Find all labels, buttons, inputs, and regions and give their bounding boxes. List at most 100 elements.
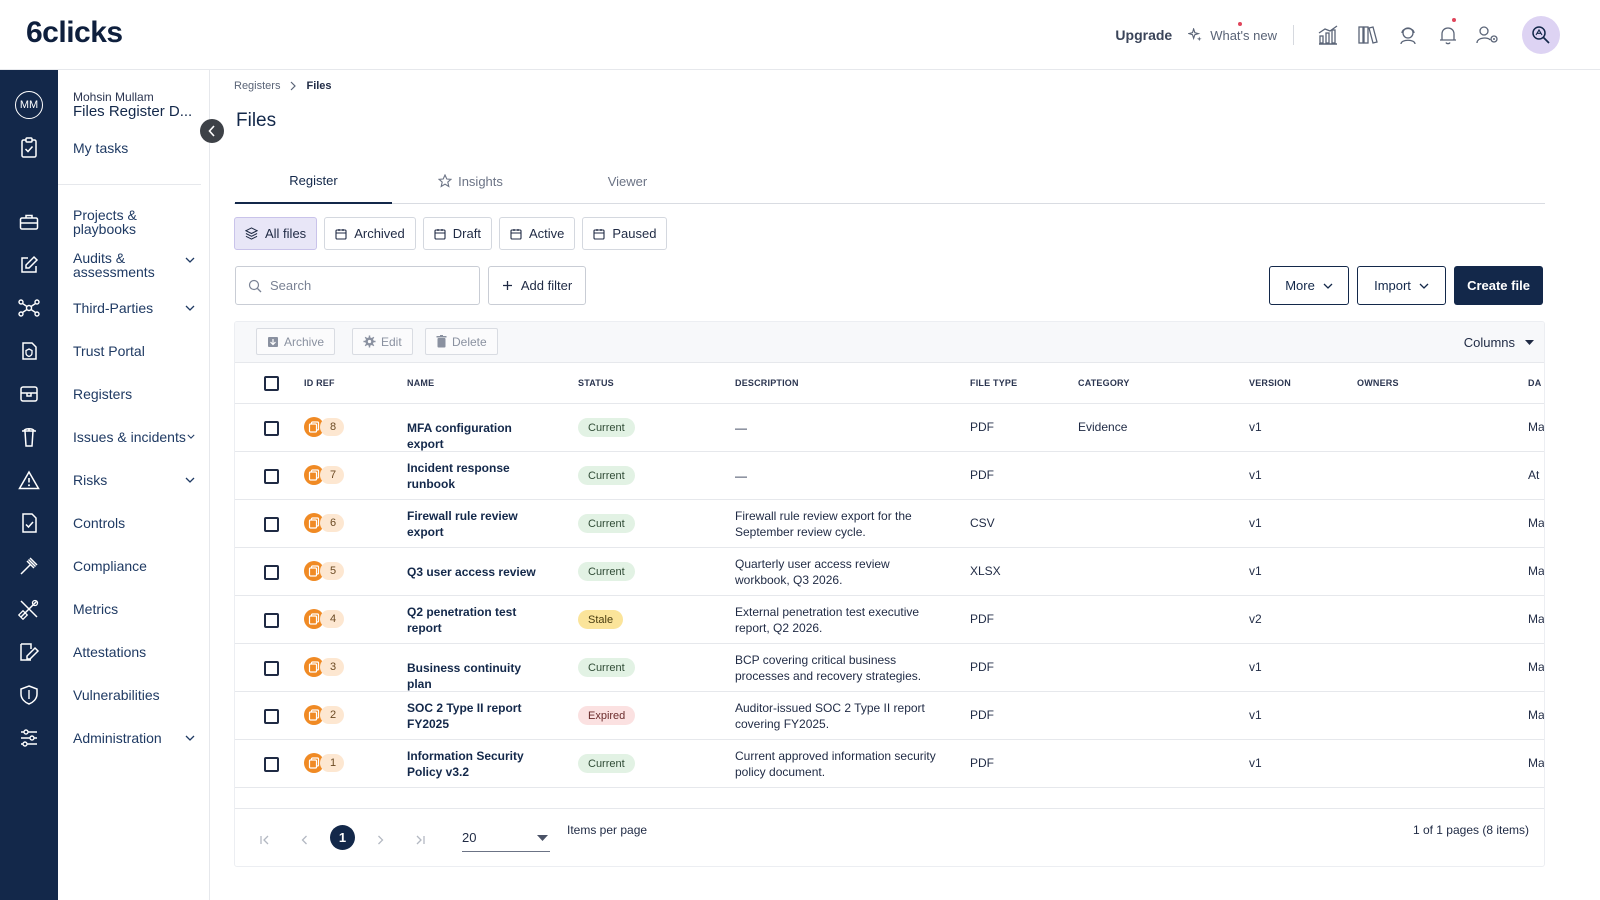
table-row[interactable]: 1 Information Security Policy v3.2 Current… bbox=[235, 740, 1544, 788]
collapse-nav-button[interactable] bbox=[200, 119, 224, 143]
sliders-icon[interactable] bbox=[17, 726, 41, 750]
nav-item-projects[interactable]: Projects & playbooks bbox=[73, 208, 163, 236]
nav-item-third-parties[interactable]: Third-Parties bbox=[73, 301, 195, 315]
previous-page-button[interactable] bbox=[301, 833, 308, 848]
filter-paused[interactable]: Paused bbox=[582, 217, 668, 250]
description-cell: Firewall rule review export for the Sept… bbox=[735, 509, 912, 539]
create-file-button[interactable]: Create file bbox=[1454, 266, 1543, 305]
column-header-owners[interactable]: OWNERS bbox=[1357, 378, 1399, 388]
nav-item-issues[interactable]: Issues & incidents bbox=[73, 430, 195, 444]
nav-item-my-tasks[interactable]: My tasks bbox=[73, 141, 195, 155]
edit-icon[interactable] bbox=[17, 253, 41, 277]
nav-item-audits[interactable]: Audits & assessments bbox=[73, 251, 195, 279]
nav-item-controls[interactable]: Controls bbox=[73, 516, 195, 530]
delete-button[interactable]: Delete bbox=[425, 328, 498, 355]
metrics-tools-icon[interactable] bbox=[17, 597, 41, 621]
analytics-icon[interactable] bbox=[1316, 23, 1340, 47]
breadcrumb-parent[interactable]: Registers bbox=[234, 80, 280, 92]
file-name-link[interactable]: Business continuity plan bbox=[407, 660, 537, 692]
table-row[interactable]: 4 Q2 penetration test report Stale External… bbox=[235, 596, 1544, 644]
filter-all-files[interactable]: All files bbox=[234, 217, 318, 250]
table-row[interactable]: 7 Incident response runbook Current — PDF v1 A… bbox=[235, 452, 1544, 500]
row-checkbox[interactable] bbox=[264, 709, 279, 724]
shield-icon[interactable] bbox=[17, 683, 41, 707]
tab-register[interactable]: Register bbox=[235, 158, 392, 204]
clipboard-check-icon[interactable] bbox=[17, 136, 41, 160]
add-filter-button[interactable]: Add filter bbox=[488, 266, 586, 305]
layers-icon bbox=[245, 227, 258, 240]
library-icon[interactable] bbox=[1356, 23, 1380, 47]
column-header-date[interactable]: DA bbox=[1528, 378, 1541, 388]
tab-insights[interactable]: Insights bbox=[392, 158, 549, 204]
trust-portal-icon[interactable] bbox=[17, 339, 41, 363]
column-header-name[interactable]: NAME bbox=[407, 378, 434, 388]
support-icon[interactable] bbox=[1396, 23, 1420, 47]
search-input[interactable]: Search bbox=[235, 266, 480, 305]
columns-menu[interactable]: Columns bbox=[1464, 335, 1534, 350]
nav-item-compliance[interactable]: Compliance bbox=[73, 559, 195, 573]
items-per-page-select[interactable]: 20 bbox=[462, 827, 550, 852]
filter-draft[interactable]: Draft bbox=[422, 217, 492, 250]
row-checkbox[interactable] bbox=[264, 661, 279, 676]
column-header-version[interactable]: VERSION bbox=[1249, 378, 1291, 388]
file-name-link[interactable]: MFA configuration export bbox=[407, 420, 537, 452]
row-checkbox[interactable] bbox=[264, 469, 279, 484]
tab-viewer[interactable]: Viewer bbox=[549, 158, 706, 204]
bell-icon[interactable] bbox=[1436, 18, 1460, 47]
user-avatar[interactable]: MM bbox=[15, 91, 43, 119]
column-header-id-ref[interactable]: ID REF bbox=[304, 378, 335, 388]
column-header-category[interactable]: CATEGORY bbox=[1078, 378, 1130, 388]
table-row[interactable]: 2 SOC 2 Type II report FY2025 Expired Audit… bbox=[235, 692, 1544, 740]
ai-search-button[interactable] bbox=[1522, 16, 1560, 54]
edit-button[interactable]: Edit bbox=[352, 328, 413, 355]
upgrade-link[interactable]: Upgrade bbox=[1115, 27, 1172, 43]
current-page-button[interactable]: 1 bbox=[330, 825, 355, 850]
app-logo[interactable]: 6clicks bbox=[26, 16, 123, 50]
table-row[interactable]: 3 Business continuity plan Current BCP cove… bbox=[235, 644, 1544, 692]
attestation-icon[interactable] bbox=[17, 640, 41, 664]
column-header-description[interactable]: DESCRIPTION bbox=[735, 378, 799, 388]
last-page-button[interactable] bbox=[415, 833, 425, 848]
row-checkbox[interactable] bbox=[264, 421, 279, 436]
more-button[interactable]: More bbox=[1269, 266, 1349, 305]
nav-item-administration[interactable]: Administration bbox=[73, 731, 195, 745]
column-header-status[interactable]: STATUS bbox=[578, 378, 614, 388]
row-checkbox[interactable] bbox=[264, 517, 279, 532]
row-checkbox[interactable] bbox=[264, 613, 279, 628]
incident-icon[interactable] bbox=[17, 425, 41, 449]
filter-archived[interactable]: Archived bbox=[324, 217, 416, 250]
table-row[interactable]: 6 Firewall rule review export Current Firew… bbox=[235, 500, 1544, 548]
archive-button[interactable]: Archive bbox=[256, 328, 336, 355]
next-page-button[interactable] bbox=[377, 833, 384, 848]
file-name-link[interactable]: Information Security Policy v3.2 bbox=[407, 748, 537, 780]
nav-register-name[interactable]: Files Register D... bbox=[73, 103, 197, 120]
nav-item-trust-portal[interactable]: Trust Portal bbox=[73, 344, 195, 358]
nav-item-attestations[interactable]: Attestations bbox=[73, 645, 195, 659]
briefcase-icon[interactable] bbox=[17, 210, 41, 234]
file-name-link[interactable]: Firewall rule review export bbox=[407, 508, 537, 540]
column-header-file-type[interactable]: FILE TYPE bbox=[970, 378, 1017, 388]
nav-item-registers[interactable]: Registers bbox=[73, 387, 195, 401]
gavel-icon[interactable] bbox=[17, 554, 41, 578]
filter-active[interactable]: Active bbox=[498, 217, 576, 250]
register-icon[interactable] bbox=[17, 382, 41, 406]
table-row[interactable]: 5 Q3 user access review Current Quarterly u… bbox=[235, 548, 1544, 596]
table-row[interactable]: 8 MFA configuration export Current — PDF Evid… bbox=[235, 404, 1544, 452]
import-button[interactable]: Import bbox=[1357, 266, 1446, 305]
whats-new-link[interactable]: What's new bbox=[1188, 21, 1277, 43]
file-name-link[interactable]: Q3 user access review bbox=[407, 564, 537, 580]
file-name-link[interactable]: Incident response runbook bbox=[407, 460, 537, 492]
warning-icon[interactable] bbox=[17, 468, 41, 492]
row-checkbox[interactable] bbox=[264, 757, 279, 772]
row-checkbox[interactable] bbox=[264, 565, 279, 580]
nav-item-vulnerabilities[interactable]: Vulnerabilities bbox=[73, 688, 195, 702]
first-page-button[interactable] bbox=[260, 833, 270, 848]
nav-item-metrics[interactable]: Metrics bbox=[73, 602, 195, 616]
file-name-link[interactable]: Q2 penetration test report bbox=[407, 604, 537, 636]
network-icon[interactable] bbox=[17, 296, 41, 320]
user-settings-icon[interactable] bbox=[1476, 23, 1500, 47]
controls-icon[interactable] bbox=[17, 511, 41, 535]
file-name-link[interactable]: SOC 2 Type II report FY2025 bbox=[407, 700, 537, 732]
nav-item-risks[interactable]: Risks bbox=[73, 473, 195, 487]
select-all-checkbox[interactable] bbox=[264, 376, 279, 391]
